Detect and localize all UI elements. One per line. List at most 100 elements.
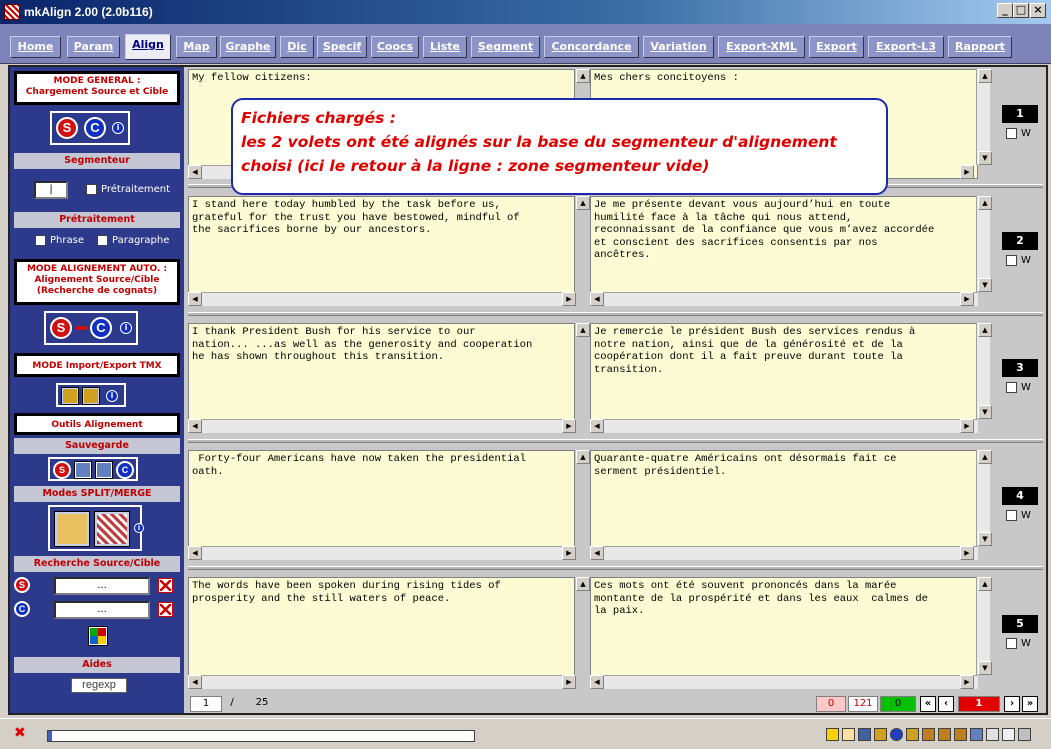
tab-map[interactable]: Map	[176, 36, 217, 58]
scroll-down-arrow[interactable]: ▼	[978, 532, 992, 546]
scroll-right-arrow[interactable]: ▶	[960, 675, 974, 689]
tab-align[interactable]: Align	[125, 34, 171, 60]
clear-target-icon[interactable]	[158, 602, 173, 617]
scroll-down-arrow[interactable]: ▼	[978, 661, 992, 675]
w-checkbox[interactable]: W	[1006, 255, 1046, 269]
tab-home[interactable]: Home	[10, 36, 61, 58]
help-icon[interactable]	[986, 728, 999, 741]
target-pane-5[interactable]: Ces mots ont été souvent prononcés dans …	[590, 577, 978, 689]
source-pane-3[interactable]: I thank President Bush for his service t…	[188, 323, 575, 433]
w-checkbox[interactable]: W	[1006, 510, 1046, 524]
save-target-button[interactable]: C	[116, 461, 134, 479]
scroll-up-arrow[interactable]: ▲	[576, 323, 590, 337]
target-hscroll-2[interactable]	[590, 292, 978, 306]
pretraitement-checkbox[interactable]: Prétraitement	[86, 184, 186, 204]
first-page-button[interactable]: «	[920, 696, 936, 712]
scroll-left-arrow[interactable]: ◀	[590, 546, 604, 560]
merge-icon[interactable]	[54, 511, 90, 547]
scroll-up-arrow[interactable]: ▲	[978, 323, 992, 337]
regexp-button[interactable]: regexp	[71, 678, 127, 693]
scroll-left-arrow[interactable]: ◀	[188, 419, 202, 433]
search-source-button[interactable]: S	[14, 577, 30, 593]
row-splitter[interactable]	[188, 439, 1043, 443]
import-tmx-icon[interactable]	[61, 387, 79, 405]
scroll-right-arrow[interactable]: ▶	[562, 546, 576, 560]
import-icon[interactable]	[922, 728, 935, 741]
scroll-left-arrow[interactable]: ◀	[188, 165, 202, 179]
scroll-up-arrow[interactable]: ▲	[978, 196, 992, 210]
checkbox-icon[interactable]	[35, 235, 46, 246]
folder-open-icon[interactable]	[906, 728, 919, 741]
scroll-right-arrow[interactable]: ▶	[960, 292, 974, 306]
error-icon[interactable]: ✖	[14, 725, 26, 741]
minimize-button[interactable]: _	[997, 3, 1013, 18]
source-pane-5[interactable]: The words have been spoken during rising…	[188, 577, 575, 689]
tool-icon[interactable]	[842, 728, 855, 741]
scroll-left-arrow[interactable]: ◀	[188, 546, 202, 560]
target-pane-3[interactable]: Je remercie le président Bush des servic…	[590, 323, 978, 433]
add-icon[interactable]	[826, 728, 839, 741]
target-hscroll-5[interactable]	[590, 675, 978, 689]
source-pane-4[interactable]: Forty-four Americans have now taken the …	[188, 450, 575, 560]
info-icon[interactable]: i	[112, 122, 124, 134]
clear-source-icon[interactable]	[158, 578, 173, 593]
w-checkbox[interactable]: W	[1006, 128, 1046, 142]
checkbox-icon[interactable]	[1006, 510, 1017, 521]
search-run-icon[interactable]	[88, 626, 108, 646]
save-edit-icon[interactable]	[74, 461, 92, 479]
checkbox-icon[interactable]	[1006, 382, 1017, 393]
split-icon[interactable]	[94, 511, 130, 547]
scroll-right-arrow[interactable]: ▶	[562, 419, 576, 433]
checkbox-icon[interactable]	[1006, 638, 1017, 649]
folder-icon[interactable]	[874, 728, 887, 741]
scroll-left-arrow[interactable]: ◀	[188, 292, 202, 306]
grid-icon[interactable]	[858, 728, 871, 741]
close-button[interactable]: ×	[1030, 3, 1046, 18]
segmenteur-input[interactable]: |	[34, 181, 68, 199]
search-target-input[interactable]: ...	[54, 601, 150, 619]
info-icon[interactable]: i	[106, 390, 118, 402]
next-page-button[interactable]: ›	[1004, 696, 1020, 712]
target-hscroll-3[interactable]	[590, 419, 978, 433]
tab-liste[interactable]: Liste	[423, 36, 467, 58]
screen-icon[interactable]	[1018, 728, 1031, 741]
load-target-button[interactable]: C	[84, 117, 106, 139]
mka-icon[interactable]	[1002, 728, 1015, 741]
row-splitter[interactable]	[188, 566, 1043, 570]
scroll-right-arrow[interactable]: ▶	[960, 546, 974, 560]
checkbox-icon[interactable]	[97, 235, 108, 246]
scroll-up-arrow[interactable]: ▲	[978, 577, 992, 591]
scroll-down-arrow[interactable]: ▼	[978, 151, 992, 165]
phrase-checkbox[interactable]: Phrase	[35, 235, 95, 255]
target-pane-2[interactable]: Je me présente devant vous aujourd’hui e…	[590, 196, 978, 306]
source-hscroll-4[interactable]	[188, 546, 575, 560]
tab-graphe[interactable]: Graphe	[220, 36, 276, 58]
checkbox-icon[interactable]	[1006, 128, 1017, 139]
source-hscroll-5[interactable]	[188, 675, 575, 689]
scroll-down-arrow[interactable]: ▼	[978, 405, 992, 419]
w-checkbox[interactable]: W	[1006, 382, 1046, 396]
tab-specif[interactable]: Specif	[317, 36, 367, 58]
checkbox-icon[interactable]	[1006, 255, 1017, 266]
scroll-right-arrow[interactable]: ▶	[960, 419, 974, 433]
row-splitter[interactable]	[188, 312, 1043, 316]
search-target-button[interactable]: C	[14, 601, 30, 617]
tab-concordance[interactable]: Concordance	[544, 36, 639, 58]
scroll-right-arrow[interactable]: ▶	[960, 165, 974, 179]
scroll-left-arrow[interactable]: ◀	[590, 419, 604, 433]
tab-variation[interactable]: Variation	[643, 36, 714, 58]
scroll-up-arrow[interactable]: ▲	[576, 69, 590, 83]
scroll-up-arrow[interactable]: ▲	[978, 450, 992, 464]
tab-coocs[interactable]: Coocs	[371, 36, 419, 58]
align-target-button[interactable]: C	[90, 317, 112, 339]
scroll-right-arrow[interactable]: ▶	[562, 292, 576, 306]
tab-segment[interactable]: Segment	[471, 36, 540, 58]
scroll-left-arrow[interactable]: ◀	[590, 292, 604, 306]
source-hscroll-3[interactable]	[188, 419, 575, 433]
last-page-button[interactable]: »	[1022, 696, 1038, 712]
settings-icon[interactable]	[970, 728, 983, 741]
tab-export-l3[interactable]: Export-L3	[868, 36, 944, 58]
tab-export[interactable]: Export	[809, 36, 864, 58]
prev-page-button[interactable]: ‹	[938, 696, 954, 712]
w-checkbox[interactable]: W	[1006, 638, 1046, 652]
